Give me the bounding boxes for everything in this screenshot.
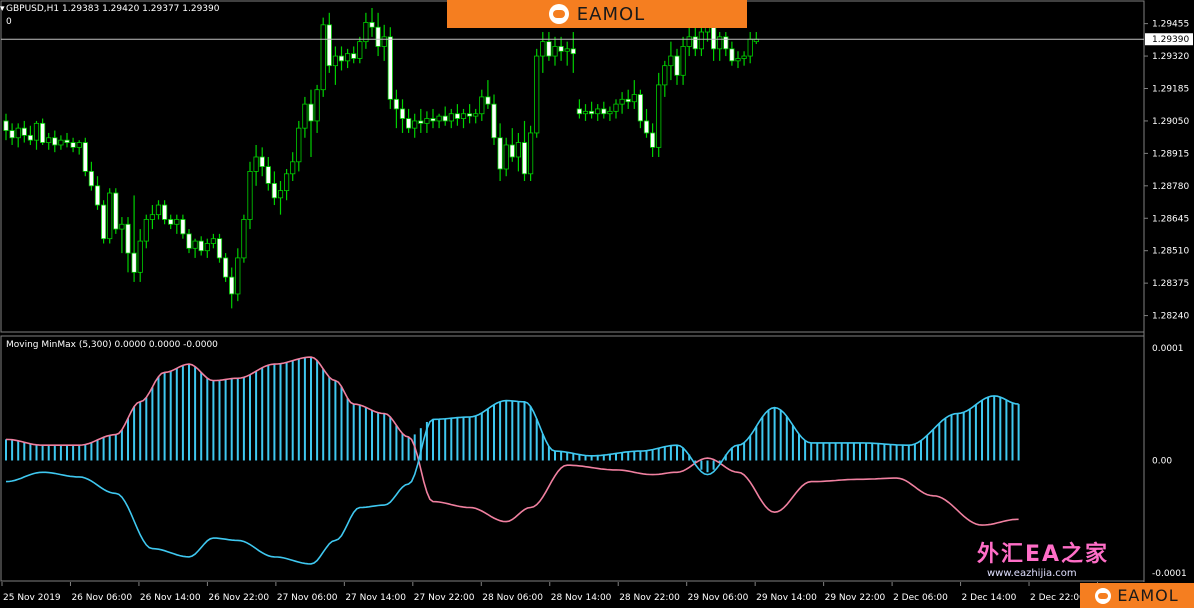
time-axis-label: 28 Nov 06:00 <box>482 593 543 603</box>
watermark-url: www.eazhijia.com <box>987 568 1077 579</box>
brand-logo-bottom: EAMOL <box>1080 583 1194 608</box>
time-axis-label: 25 Nov 2019 <box>3 593 61 603</box>
price-axis-label: 1.28780 <box>1152 182 1189 192</box>
symbol-info-text: GBPUSD,H1 1.29383 1.29420 1.29377 1.2939… <box>6 4 220 14</box>
time-axis-label: 27 Nov 14:00 <box>345 593 406 603</box>
candle <box>656 72 662 157</box>
watermark-cn: 外汇EA之家 <box>977 542 1110 567</box>
time-axis-label: 26 Nov 22:00 <box>208 593 269 603</box>
candle <box>107 188 113 244</box>
brand-logo-text: EAMOL <box>576 3 646 25</box>
price-axis-label: 1.29185 <box>1152 85 1189 95</box>
price-axis-label: 1.28645 <box>1152 214 1189 224</box>
time-axis-label: 28 Nov 22:00 <box>619 593 680 603</box>
price-axis-label: 1.29455 <box>1152 20 1189 30</box>
candle <box>113 188 119 234</box>
time-axis-label: 2 Dec 22:00 <box>1030 593 1085 603</box>
price-axis-label: 1.29050 <box>1152 117 1189 127</box>
time-axis-label: 28 Nov 14:00 <box>551 593 612 603</box>
candle <box>528 125 534 182</box>
time-axis-label: 2 Dec 14:00 <box>962 593 1017 603</box>
price-axis-label: 1.28510 <box>1152 247 1189 257</box>
candle <box>101 200 107 244</box>
price-axis-label: 1.28915 <box>1152 149 1189 159</box>
candle <box>534 48 540 138</box>
indicator-axis-label: 0.0001 <box>1152 344 1184 354</box>
robot-icon <box>548 4 569 24</box>
time-axis-label: 29 Nov 22:00 <box>825 593 886 603</box>
candle <box>241 214 247 263</box>
time-axis-label: 29 Nov 06:00 <box>688 593 749 603</box>
indicator-axis-label: 0.00 <box>1152 457 1172 467</box>
window-index-label: 0 <box>6 17 12 27</box>
time-axis-label: 29 Nov 14:00 <box>756 593 817 603</box>
brand-logo-top: EAMOL <box>447 0 747 28</box>
time-axis-label: 2 Dec 06:00 <box>893 593 948 603</box>
indicator-title: Moving MinMax (5,300) 0.0000 0.0000 -0.0… <box>6 340 218 350</box>
price-axis-label: 1.28375 <box>1152 279 1189 289</box>
time-axis-label: 27 Nov 06:00 <box>277 593 338 603</box>
candle <box>247 161 253 230</box>
price-axis-label: 1.28240 <box>1152 312 1189 322</box>
mt4-chart-window[interactable]: 1.29455 1.29320 1.29185 1.29050 1.28915 1.287… <box>0 0 1194 608</box>
brand-logo-text: EAMOL <box>1117 586 1179 605</box>
robot-icon <box>1095 587 1112 604</box>
watermark: 外汇EA之家 www.eazhijia.com <box>977 536 1137 582</box>
indicator-axis-label: -0.0001 <box>1152 569 1187 579</box>
symbol-menu-arrow-icon[interactable]: ▾ <box>0 4 5 14</box>
time-axis-label: 26 Nov 14:00 <box>140 593 201 603</box>
time-axis-label: 26 Nov 06:00 <box>71 593 132 603</box>
time-axis-label: 27 Nov 22:00 <box>414 593 475 603</box>
candle <box>82 137 88 177</box>
price-axis-label: 1.29320 <box>1152 52 1189 62</box>
current-price-label: 1.29390 <box>1152 35 1189 45</box>
candle <box>320 17 326 97</box>
